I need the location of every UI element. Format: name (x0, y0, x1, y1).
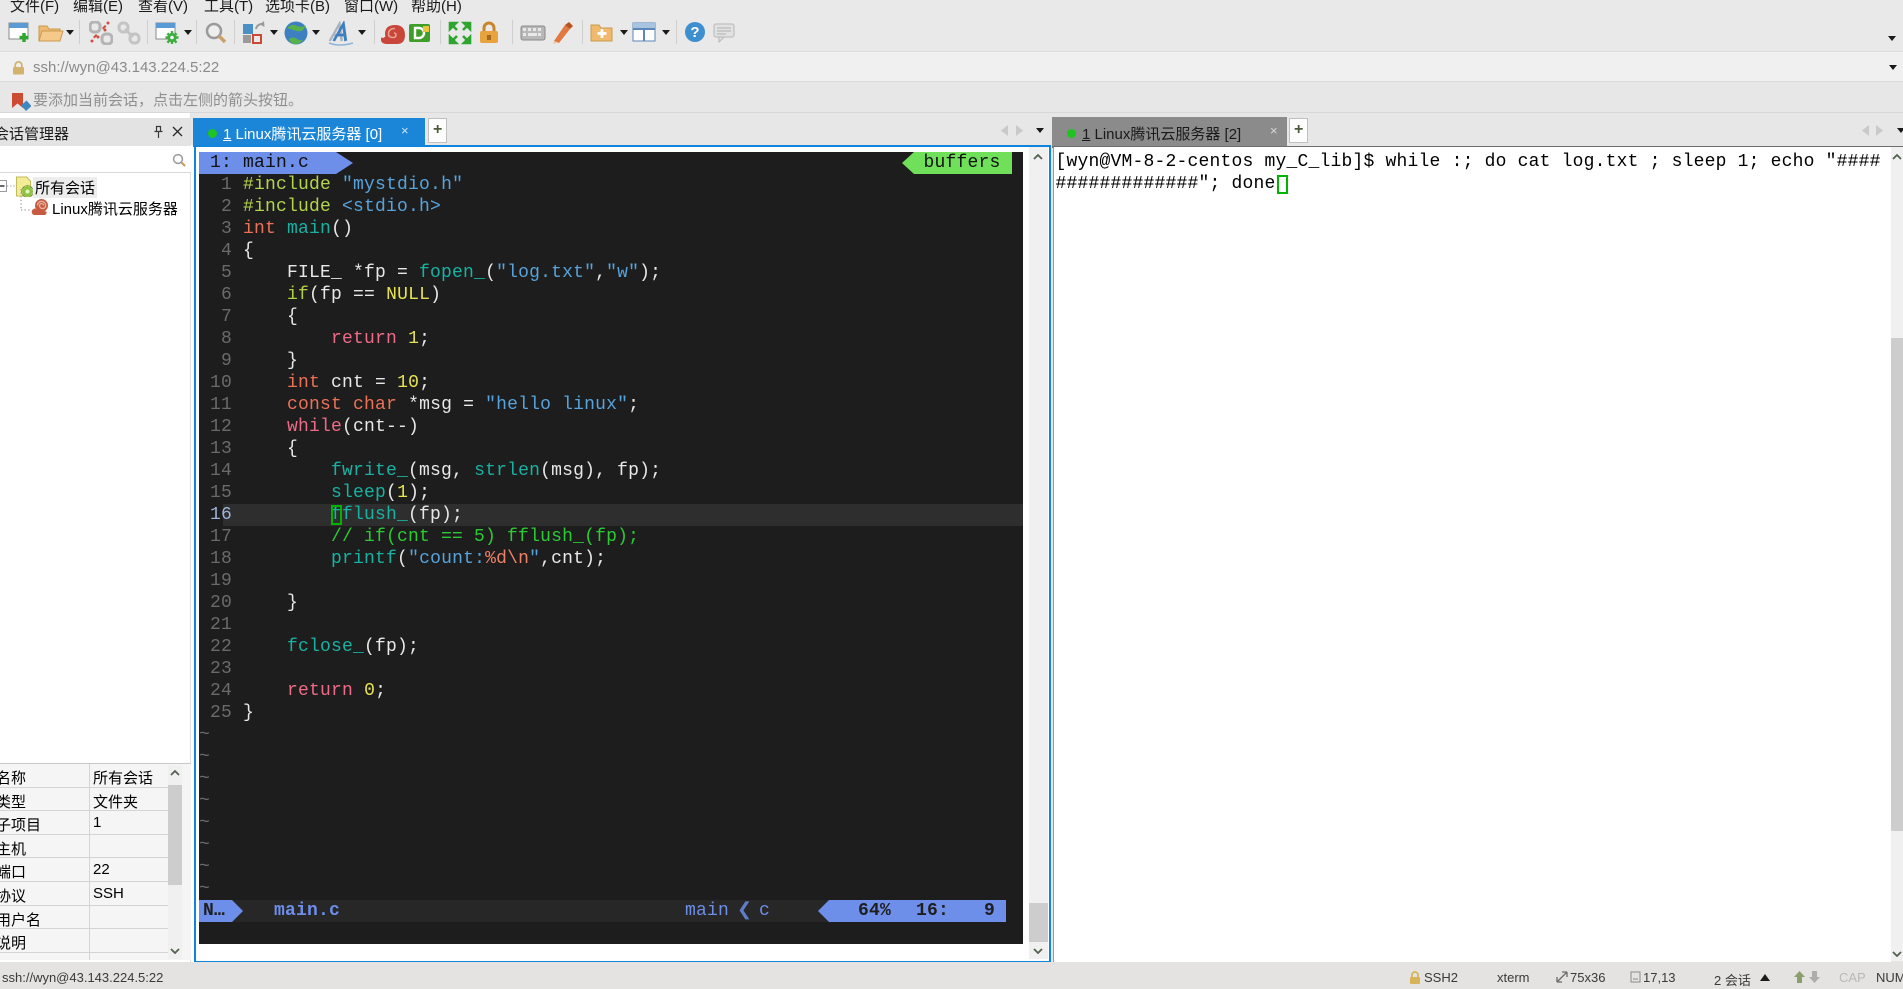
svg-text:?: ? (690, 24, 699, 41)
